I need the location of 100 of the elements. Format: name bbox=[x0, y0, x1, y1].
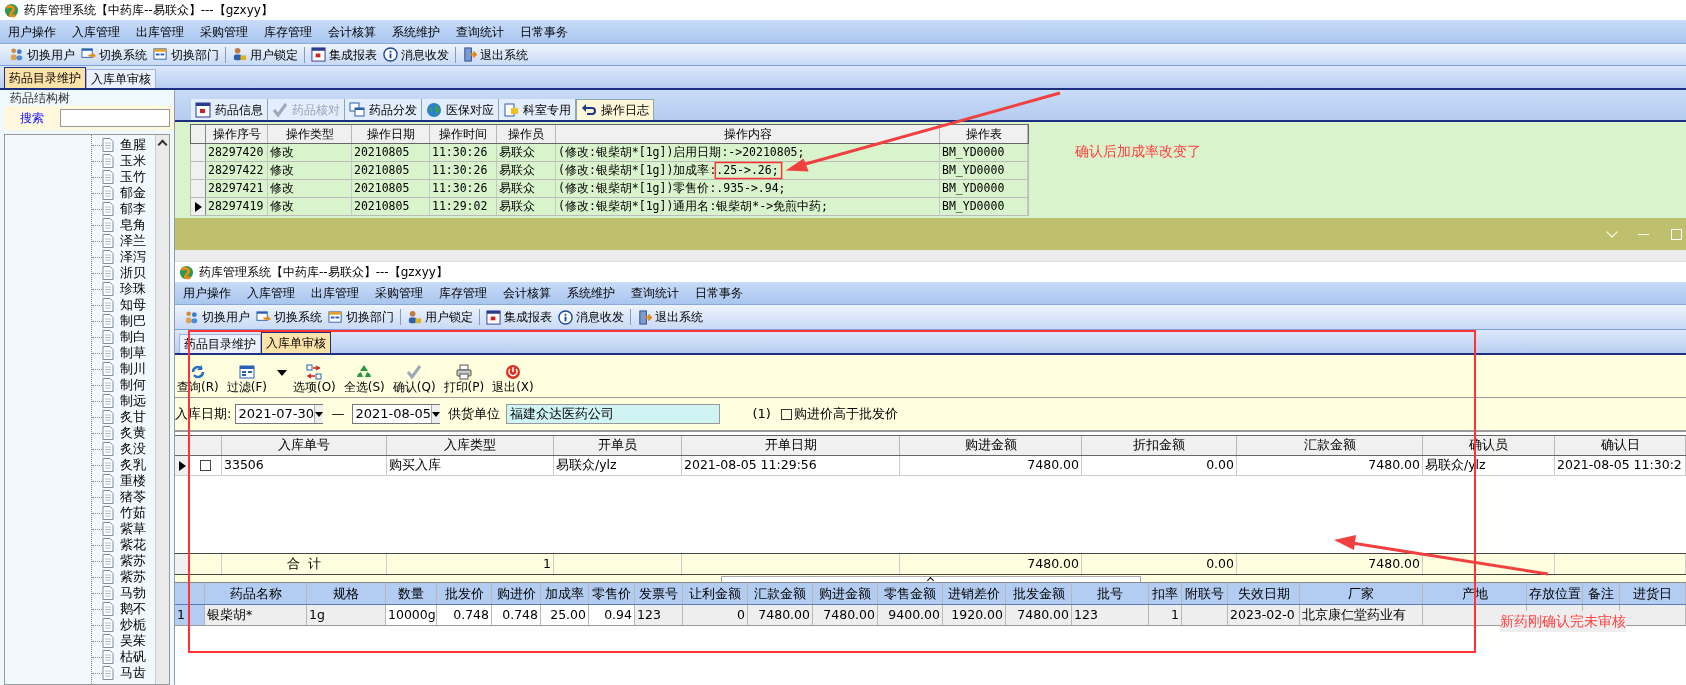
menu-item[interactable]: 用户操作 bbox=[175, 284, 239, 302]
table-cell: 9400.00 bbox=[878, 605, 943, 625]
table-cell: 20210805 bbox=[352, 144, 430, 161]
menu-item[interactable]: 出库管理 bbox=[303, 284, 367, 302]
table-cell: 7480.00 bbox=[813, 605, 878, 625]
toolbar-button[interactable]: 用户锁定 bbox=[229, 44, 301, 65]
column-header: 发票号 bbox=[635, 583, 683, 604]
table-cell: 0.748 bbox=[492, 605, 541, 625]
toolbar-button[interactable]: 切换系统 bbox=[253, 307, 325, 327]
toolbar-button[interactable]: 过滤(F) bbox=[224, 364, 269, 394]
menu-item[interactable]: 查询统计 bbox=[448, 22, 512, 41]
tab[interactable]: 药品信息 bbox=[191, 99, 268, 120]
table-cell: BM_YD0000 bbox=[940, 180, 1028, 197]
date-dropdown[interactable]: 2021-08-05 bbox=[352, 404, 441, 424]
table-cell: 易联众/ylz bbox=[554, 456, 682, 475]
toolbar-button[interactable]: 选项(O) bbox=[290, 364, 338, 394]
column-header: 药品名称 bbox=[205, 583, 307, 604]
toolbar-button[interactable]: 集成报表 bbox=[308, 44, 380, 65]
table-cell: 20210805 bbox=[352, 180, 430, 197]
menu-item[interactable]: 日常事务 bbox=[512, 22, 576, 41]
table-cell: 2021-08-05 11:30:2 bbox=[1555, 456, 1686, 475]
window-title: 药库管理系统【中药库--易联众】---【gzxyy】 bbox=[199, 264, 448, 281]
column-header: 零售价 bbox=[589, 583, 635, 604]
menu-item[interactable]: 出库管理 bbox=[128, 22, 192, 41]
table-cell: 1 bbox=[387, 554, 554, 574]
table-cell: 7480.00 bbox=[1237, 554, 1423, 574]
menu-item[interactable]: 查询统计 bbox=[623, 284, 687, 302]
table-cell: 购买入库 bbox=[387, 456, 554, 475]
column-header: 开单员 bbox=[554, 436, 682, 455]
toolbar-button[interactable]: 切换用户 bbox=[181, 307, 253, 327]
tab[interactable]: 入库单审核 bbox=[86, 69, 156, 88]
menu-item[interactable]: 库存管理 bbox=[431, 284, 495, 302]
menu-item[interactable]: 会计核算 bbox=[495, 284, 559, 302]
toolbar-button[interactable]: 集成报表 bbox=[483, 307, 555, 327]
window-title: 药库管理系统【中药库--易联众】---【gzxyy】 bbox=[24, 2, 273, 19]
table-cell: 11:30:26 bbox=[430, 162, 497, 179]
table-cell: BM_YD0000 bbox=[940, 144, 1028, 161]
menu-item[interactable]: 用户操作 bbox=[0, 22, 64, 41]
table-cell: 33506 bbox=[222, 456, 387, 475]
column-header: 备注 bbox=[1583, 583, 1620, 604]
column-header: 操作内容 bbox=[556, 125, 940, 143]
column-header: 操作序号 bbox=[206, 125, 268, 143]
toolbar-button[interactable]: 打印(P) bbox=[441, 364, 487, 394]
menu-item[interactable]: 库存管理 bbox=[256, 22, 320, 41]
toolbar-button[interactable]: 切换系统 bbox=[78, 44, 150, 65]
menu-item[interactable]: 采购管理 bbox=[192, 22, 256, 41]
toolbar-button[interactable]: 确认(Q) bbox=[390, 364, 438, 394]
annotation-text: 新药刚确认完未审核 bbox=[1500, 611, 1626, 632]
tab[interactable]: 药品目录维护 bbox=[4, 67, 86, 88]
column-header: 入库单号 bbox=[222, 436, 387, 455]
menu-item[interactable]: 会计核算 bbox=[320, 22, 384, 41]
table-cell: 11:29:02 bbox=[430, 198, 497, 215]
date-dropdown[interactable]: 2021-07-30 bbox=[235, 404, 324, 424]
table-cell: 修改 bbox=[268, 198, 352, 215]
table-cell: BM_YD0000 bbox=[940, 162, 1028, 179]
menu-item[interactable]: 系统维护 bbox=[559, 284, 623, 302]
menu-item[interactable]: 采购管理 bbox=[367, 284, 431, 302]
table-cell: 北京康仁堂药业有 bbox=[1300, 605, 1423, 625]
table-cell: 28297419 bbox=[206, 198, 268, 215]
toolbar-button[interactable]: 切换部门 bbox=[150, 44, 222, 65]
column-header: 进销差价 bbox=[943, 583, 1006, 604]
toolbar-button[interactable]: 用户锁定 bbox=[404, 307, 476, 327]
toolbar-button[interactable]: 切换部门 bbox=[325, 307, 397, 327]
count-text: (1) bbox=[752, 405, 771, 424]
toolbar-button[interactable]: 切换用户 bbox=[6, 44, 78, 65]
toolbar-button[interactable]: 退出(X) bbox=[490, 364, 536, 394]
column-header: 批发价 bbox=[437, 583, 492, 604]
column-header: 厂家 bbox=[1300, 583, 1423, 604]
column-header: 存放位置 bbox=[1527, 583, 1583, 604]
tab[interactable]: 药品分发 bbox=[345, 99, 422, 120]
panel-title: 药品结构树 bbox=[10, 90, 70, 107]
tab[interactable]: 医保对应 bbox=[422, 99, 499, 120]
menu-item[interactable]: 入库管理 bbox=[64, 22, 128, 41]
table-cell: 0.00 bbox=[1082, 554, 1237, 574]
field-label: 入库日期: bbox=[175, 405, 232, 424]
toolbar-button[interactable]: 查询(R) bbox=[175, 364, 221, 394]
table-cell: 11:30:26 bbox=[430, 144, 497, 161]
column-header: 确认日 bbox=[1555, 436, 1686, 455]
annotation-text: 确认后加成率改变了 bbox=[1075, 142, 1201, 161]
tab[interactable]: 操作日志 bbox=[576, 99, 654, 120]
table-cell: 银柴胡* bbox=[205, 605, 307, 625]
toolbar-button[interactable]: 退出系统 bbox=[634, 307, 706, 327]
table-cell: BM_YD0000 bbox=[940, 198, 1028, 215]
toolbar-button[interactable]: 全选(S) bbox=[341, 364, 387, 394]
column-header: 扣率 bbox=[1149, 583, 1182, 604]
menu-item[interactable]: 系统维护 bbox=[384, 22, 448, 41]
tab[interactable]: 入库单审核 bbox=[261, 332, 331, 353]
column-header: 失效日期 bbox=[1228, 583, 1300, 604]
supplier-field[interactable]: 福建众达医药公司 bbox=[506, 404, 721, 424]
toolbar-button[interactable]: 退出系统 bbox=[459, 44, 531, 65]
toolbar-button[interactable]: 消息收发 bbox=[380, 44, 452, 65]
menu-item[interactable]: 日常事务 bbox=[687, 284, 751, 302]
toolbar-button[interactable]: 消息收发 bbox=[555, 307, 627, 327]
tab[interactable]: 科室专用 bbox=[499, 99, 576, 120]
column-header: 开单日期 bbox=[682, 436, 900, 455]
menu-item[interactable]: 入库管理 bbox=[239, 284, 303, 302]
table-cell: 10000g bbox=[386, 605, 437, 625]
checkbox[interactable]: 购进价高于批发价 bbox=[780, 404, 898, 424]
column-header: 数量 bbox=[386, 583, 437, 604]
table-cell: 20210805 bbox=[352, 198, 430, 215]
